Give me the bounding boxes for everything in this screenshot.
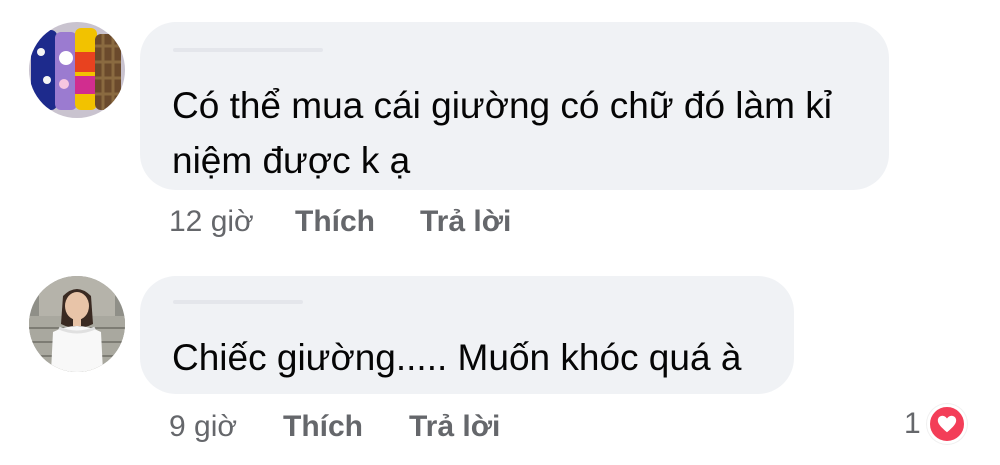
comment-text-line: Có thể mua cái giường có chữ đó làm kỉ: [172, 85, 832, 126]
like-button[interactable]: Thích: [295, 205, 375, 239]
author-name[interactable]: [173, 48, 323, 52]
comment-timestamp[interactable]: 9 giờ: [169, 410, 237, 444]
avatar-woman-photo-icon: [29, 276, 125, 372]
reaction-summary[interactable]: 1: [904, 404, 967, 444]
comment-text-line: niệm được k ạ: [172, 140, 411, 181]
comment-bubble: Có thể mua cái giường có chữ đó làm kỉ n…: [140, 22, 889, 190]
comment-thread: Có thể mua cái giường có chữ đó làm kỉ n…: [0, 0, 1000, 465]
comment-text: Có thể mua cái giường có chữ đó làm kỉ n…: [172, 78, 832, 188]
avatar[interactable]: [29, 276, 125, 372]
comment-text: Chiếc giường..... Muốn khóc quá à: [172, 337, 742, 378]
reply-button[interactable]: Trả lời: [409, 410, 500, 444]
heart-icon: [926, 404, 967, 444]
reaction-count: 1: [904, 407, 921, 440]
like-button[interactable]: Thích: [283, 410, 363, 444]
author-name[interactable]: [173, 300, 303, 304]
reply-button[interactable]: Trả lời: [420, 205, 511, 239]
comment-timestamp[interactable]: 12 giờ: [169, 205, 254, 239]
avatar-fabric-rolls-icon: [29, 22, 125, 118]
avatar[interactable]: [29, 22, 125, 118]
comment-bubble: Chiếc giường..... Muốn khóc quá à: [140, 276, 794, 394]
